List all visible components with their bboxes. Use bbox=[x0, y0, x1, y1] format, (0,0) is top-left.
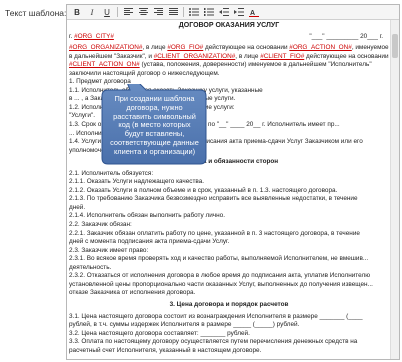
vertical-scrollbar[interactable] bbox=[390, 20, 399, 359]
align-right-icon[interactable] bbox=[151, 6, 165, 18]
toolbar-separator bbox=[117, 7, 118, 17]
help-callout: При создании шаблона договора, нужно рас… bbox=[100, 84, 208, 166]
section-2-line: установленной цены пропорционально части… bbox=[69, 280, 373, 288]
underline-button[interactable]: U bbox=[100, 6, 114, 18]
numbered-list-icon[interactable] bbox=[202, 6, 216, 18]
section-2-line: 2.3. Заказчик имеет право: bbox=[69, 246, 149, 254]
bulleted-list-icon[interactable] bbox=[187, 6, 201, 18]
section-3-line: расчетный счет Исполнителя, указанный в … bbox=[69, 346, 262, 354]
preamble-line: заключили настоящий договор о нижеследую… bbox=[69, 69, 220, 77]
section-2-line: 2.1.2. Оказать Услуги в полном объеме и … bbox=[69, 186, 338, 194]
section-2-line: дней. bbox=[69, 203, 86, 211]
section-2-line: 2.2. Заказчик обязан: bbox=[69, 221, 132, 229]
scrollbar-thumb[interactable] bbox=[392, 34, 398, 58]
symbol-code-placeholder: #CLIENT_ACTION_ON# bbox=[69, 61, 140, 69]
svg-text:A: A bbox=[250, 10, 255, 17]
align-left-icon[interactable] bbox=[121, 6, 135, 18]
preamble-line: в дальнейшем "Заказчик", и #CLIENT_ORGAN… bbox=[69, 52, 389, 60]
text-color-icon[interactable]: A bbox=[247, 6, 261, 18]
editor-toolbar: B I U A bbox=[67, 5, 399, 20]
document-title: ДОГОВОР ОКАЗАНИЯ УСЛУГ bbox=[178, 22, 280, 29]
section-2-line: дней с момента подписания акта приема-сд… bbox=[69, 238, 230, 246]
section-3-line: рублей, в т.ч. суммы издержек Исполнител… bbox=[69, 321, 300, 329]
template-text-label: Текст шаблона: bbox=[5, 8, 67, 18]
section-3-line: 3.2. Цена настоящего договора составляет… bbox=[69, 329, 250, 337]
section-3-heading: 3. Цена договора и порядок расчетов bbox=[169, 300, 289, 308]
section-2-line: 2.2.1. Заказчик обязан оплатить работу п… bbox=[69, 229, 360, 237]
section-2-line: 2.1. Исполнитель обязуется: bbox=[69, 169, 154, 177]
preamble-line: #CLIENT_ACTION_ON# (устава, положения, д… bbox=[69, 61, 372, 69]
document-content[interactable]: ДОГОВОР ОКАЗАНИЯ УСЛУГ г. #ORG_CITY# "__… bbox=[69, 21, 389, 359]
indent-icon[interactable] bbox=[232, 6, 246, 18]
section-2-line: 2.1.4. Исполнитель обязан выполнить рабо… bbox=[69, 212, 225, 220]
preamble-line: #ORG_ORGANIZATION#, в лице #ORG_FIO# дей… bbox=[69, 44, 389, 52]
section-2-line: 2.1.1. Оказать Услуги надлежащего качест… bbox=[69, 178, 205, 186]
align-center-icon[interactable] bbox=[136, 6, 150, 18]
toolbar-separator bbox=[183, 7, 184, 17]
template-editor[interactable]: B I U A ДОГОВОР ОКАЗАНИЯ УСЛУГ г. #ORG_C… bbox=[66, 4, 400, 360]
symbol-code-placeholder: #CLIENT_ORGANIZATION# bbox=[153, 52, 236, 60]
section-3-line: 3.3. Оплата по настоящему договору осуще… bbox=[69, 338, 358, 346]
section-2-line: отказе Заказчика от исполнения договора. bbox=[69, 289, 196, 297]
outdent-icon[interactable] bbox=[217, 6, 231, 18]
city-date-row: г. #ORG_CITY# "___" _________ 20___ г. bbox=[69, 33, 389, 42]
city-placeholder: г. #ORG_CITY# bbox=[69, 32, 114, 40]
section-2-line: 2.3.1. Во всякое время проверять ход и к… bbox=[69, 255, 369, 263]
bold-button[interactable]: B bbox=[70, 6, 84, 18]
symbol-code-placeholder: #ORG_ORGANIZATION# bbox=[69, 44, 143, 52]
symbol-code-placeholder: #CLIENT_FIO# bbox=[260, 52, 305, 60]
symbol-code-placeholder: #ORG_ACTION_ON# bbox=[289, 44, 352, 52]
date-placeholder: "___" _________ 20___ г. bbox=[309, 32, 383, 40]
symbol-code-placeholder: #ORG_FIO# bbox=[167, 44, 204, 52]
section-2-line: 2.1.3. По требованию Заказчика безвозмез… bbox=[69, 195, 358, 203]
italic-button[interactable]: I bbox=[85, 6, 99, 18]
callout-text: При создании шаблона договора, нужно рас… bbox=[110, 94, 199, 156]
section-2-line: 2.3.2. Отказаться от исполнения договора… bbox=[69, 272, 371, 280]
justify-icon[interactable] bbox=[166, 6, 180, 18]
section-2-line: деятельность. bbox=[69, 263, 112, 271]
section-3-line: 3.1. Цена настоящего договора состоит из… bbox=[69, 312, 363, 320]
symbol-code-placeholder: #ORG_CITY# bbox=[74, 32, 114, 40]
